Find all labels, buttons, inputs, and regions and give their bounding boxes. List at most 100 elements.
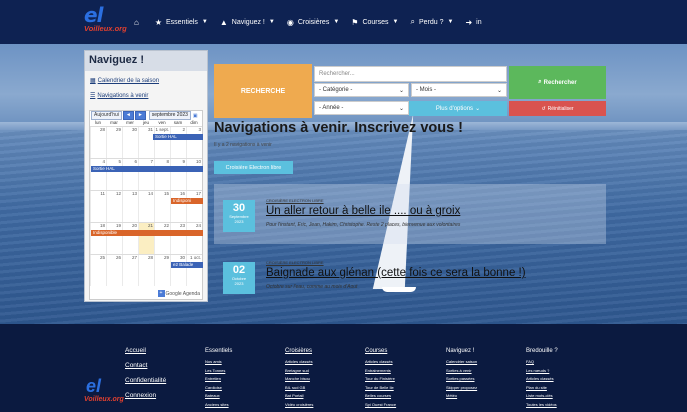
calendar-day[interactable]: 31 <box>138 127 154 158</box>
footer-link[interactable]: Plan du site <box>526 385 602 390</box>
filter-tag-button[interactable]: Croisière Electron libre <box>214 161 293 174</box>
event-category-link[interactable]: CROISIÈRE ELECTRON LIBRE <box>266 198 324 203</box>
calendar-day[interactable]: 14 <box>138 191 154 222</box>
footer-link[interactable]: Skipper proposez <box>446 385 522 390</box>
nav-naviguez[interactable]: ▲ Naviguez ! ▼ <box>220 18 275 27</box>
calendar-day[interactable]: 4 <box>90 159 106 190</box>
footer-link[interactable]: Tour du Finistère <box>365 376 441 381</box>
footer-link[interactable]: Tour de Belle Ile <box>365 385 441 390</box>
calendar-day[interactable]: 23 <box>170 223 186 254</box>
footer-link[interactable]: Articles classés <box>365 359 441 364</box>
calendar-day[interactable]: 3 <box>186 127 202 158</box>
search-heading-button[interactable]: RECHERCHE <box>214 64 312 118</box>
nav-essentiels[interactable]: ★ Essentiels ▼ <box>155 18 208 27</box>
prev-month-button[interactable]: ◄ <box>122 111 134 120</box>
footer-link[interactable]: Sorties passées <box>446 376 522 381</box>
calendar-day[interactable]: 6 <box>122 159 138 190</box>
footer-link[interactable]: Les nœuds ? <box>526 368 602 373</box>
calendar-day[interactable]: 5 <box>106 159 122 190</box>
calendar-day[interactable]: 12 <box>106 191 122 222</box>
footer-logo[interactable]: el Voilleux.org <box>84 376 124 410</box>
calendar-event[interactable]: Sortie HAL <box>153 134 203 140</box>
footer-link[interactable]: Anciens sites <box>205 402 281 407</box>
reset-button[interactable]: ↺ Réinitialiser <box>509 101 606 116</box>
calendar-day[interactable]: 10 <box>186 159 202 190</box>
search-button[interactable]: ⌕ Rechercher <box>509 66 606 99</box>
footer-link[interactable]: Toutes les vidéos <box>526 402 602 407</box>
calendar-day[interactable]: 8 <box>154 159 170 190</box>
footer-column-heading[interactable]: Croisières <box>285 348 361 354</box>
footer-link[interactable]: Les Tonnes <box>205 368 281 373</box>
calendar-event[interactable]: Indisponi <box>171 198 203 204</box>
footer-link[interactable]: Météo <box>446 393 522 398</box>
next-month-button[interactable]: ► <box>134 111 146 120</box>
footer-link[interactable]: Bat Portail <box>285 393 361 398</box>
calendar-day[interactable]: 24 <box>186 223 202 254</box>
month-select[interactable]: - Mois - ⌄ <box>411 83 507 97</box>
calendar-event[interactable]: e2 Balade <box>171 262 203 268</box>
footer-link-accueil[interactable]: Accueil <box>125 347 166 354</box>
calendar-day[interactable]: 2 <box>170 127 186 158</box>
calendar-day[interactable]: 9 <box>170 159 186 190</box>
footer-link[interactable]: Bateaux <box>205 393 281 398</box>
calendar-day[interactable]: 19 <box>106 223 122 254</box>
footer-link[interactable]: Vidéo croisières <box>285 402 361 407</box>
event-category-link[interactable]: CROISIÈRE ELECTRON LIBRE <box>266 260 324 265</box>
footer-link[interactable]: Sorties à venir <box>446 368 522 373</box>
more-options-button[interactable]: Plus d'options ⌄ <box>409 101 507 116</box>
footer-link[interactable]: Entrainements <box>365 368 441 373</box>
calendar-day[interactable]: 30 <box>122 127 138 158</box>
nav-home[interactable]: ⌂ <box>134 18 143 27</box>
calendar-day[interactable]: 11 <box>90 191 106 222</box>
calendar-day[interactable]: 13 <box>122 191 138 222</box>
footer-link[interactable]: BIL sud GB <box>285 385 361 390</box>
calendar-event[interactable]: Indisponible <box>91 230 203 236</box>
calendar-day[interactable]: 29 <box>154 255 170 286</box>
footer-link[interactable]: Articles classés <box>285 359 361 364</box>
calendar-day[interactable]: 25 <box>90 255 106 286</box>
nav-login[interactable]: ➜ in <box>465 18 481 27</box>
footer-link[interactable]: Articles classés <box>526 376 602 381</box>
calendar-day[interactable]: 22 <box>154 223 170 254</box>
calendar-day[interactable]: 27 <box>122 255 138 286</box>
footer-link-confidentialite[interactable]: Confidentialité <box>125 377 166 384</box>
calendar-day[interactable]: 1 oct. <box>186 255 202 286</box>
footer-link[interactable]: Belles courses <box>365 393 441 398</box>
nav-courses[interactable]: ⚑ Courses ▼ <box>351 18 398 27</box>
footer-link[interactable]: Bretagne sud <box>285 368 361 373</box>
calendar-day[interactable]: 20 <box>122 223 138 254</box>
nav-croisieres[interactable]: ◉ Croisières ▼ <box>287 18 339 27</box>
calendar-day[interactable]: 18 <box>90 223 106 254</box>
calendar-day[interactable]: 28 <box>138 255 154 286</box>
today-button[interactable]: Aujourd'hui <box>91 111 122 120</box>
footer-link[interactable]: Cardioise <box>205 385 281 390</box>
category-select[interactable]: - Catégorie - ⌄ <box>314 83 409 97</box>
calendar-day-today[interactable]: 21 <box>138 223 154 254</box>
footer-link[interactable]: Spi Ouest France <box>365 402 441 407</box>
site-logo[interactable]: el Voilleux.org <box>84 4 127 38</box>
footer-link[interactable]: Liste mots-clés <box>526 393 602 398</box>
search-input[interactable]: Rechercher... <box>314 66 507 82</box>
calendar-day[interactable]: 28 <box>90 127 106 158</box>
footer-link[interactable]: Calendrier saison <box>446 359 522 364</box>
google-agenda-badge[interactable]: + Google Agenda <box>157 290 200 297</box>
nav-perdu[interactable]: ⌕ Perdu ? ▼ <box>410 17 453 27</box>
link-calendrier[interactable]: ▦ Calendrier de la saison <box>90 77 207 84</box>
calendar-event[interactable]: Sortie HAL <box>91 166 203 172</box>
calendar-day[interactable]: 30 <box>170 255 186 286</box>
footer-link[interactable]: Manche bisou <box>285 376 361 381</box>
footer-link[interactable]: FAQ <box>526 359 602 364</box>
calendar-day[interactable]: 15 <box>154 191 170 222</box>
event-title-link[interactable]: Un aller retour à belle ile .... ou à gr… <box>266 205 460 217</box>
calendar-day[interactable]: 17 <box>186 191 202 222</box>
calendar-day[interactable]: 16 <box>170 191 186 222</box>
print-icon[interactable]: ▣ <box>193 113 198 119</box>
event-title-link[interactable]: Baignade aux glénan (cette fois ce sera … <box>266 267 526 279</box>
calendar-day[interactable]: 26 <box>106 255 122 286</box>
calendar-day[interactable]: 29 <box>106 127 122 158</box>
year-select[interactable]: - Année - ⌄ <box>314 101 409 115</box>
month-selector[interactable]: septembre 2023 <box>148 111 191 120</box>
footer-column-heading[interactable]: Courses <box>365 348 441 354</box>
footer-link[interactable]: Entretien <box>205 376 281 381</box>
link-navigations[interactable]: ☰ Navigations à venir <box>90 92 207 99</box>
